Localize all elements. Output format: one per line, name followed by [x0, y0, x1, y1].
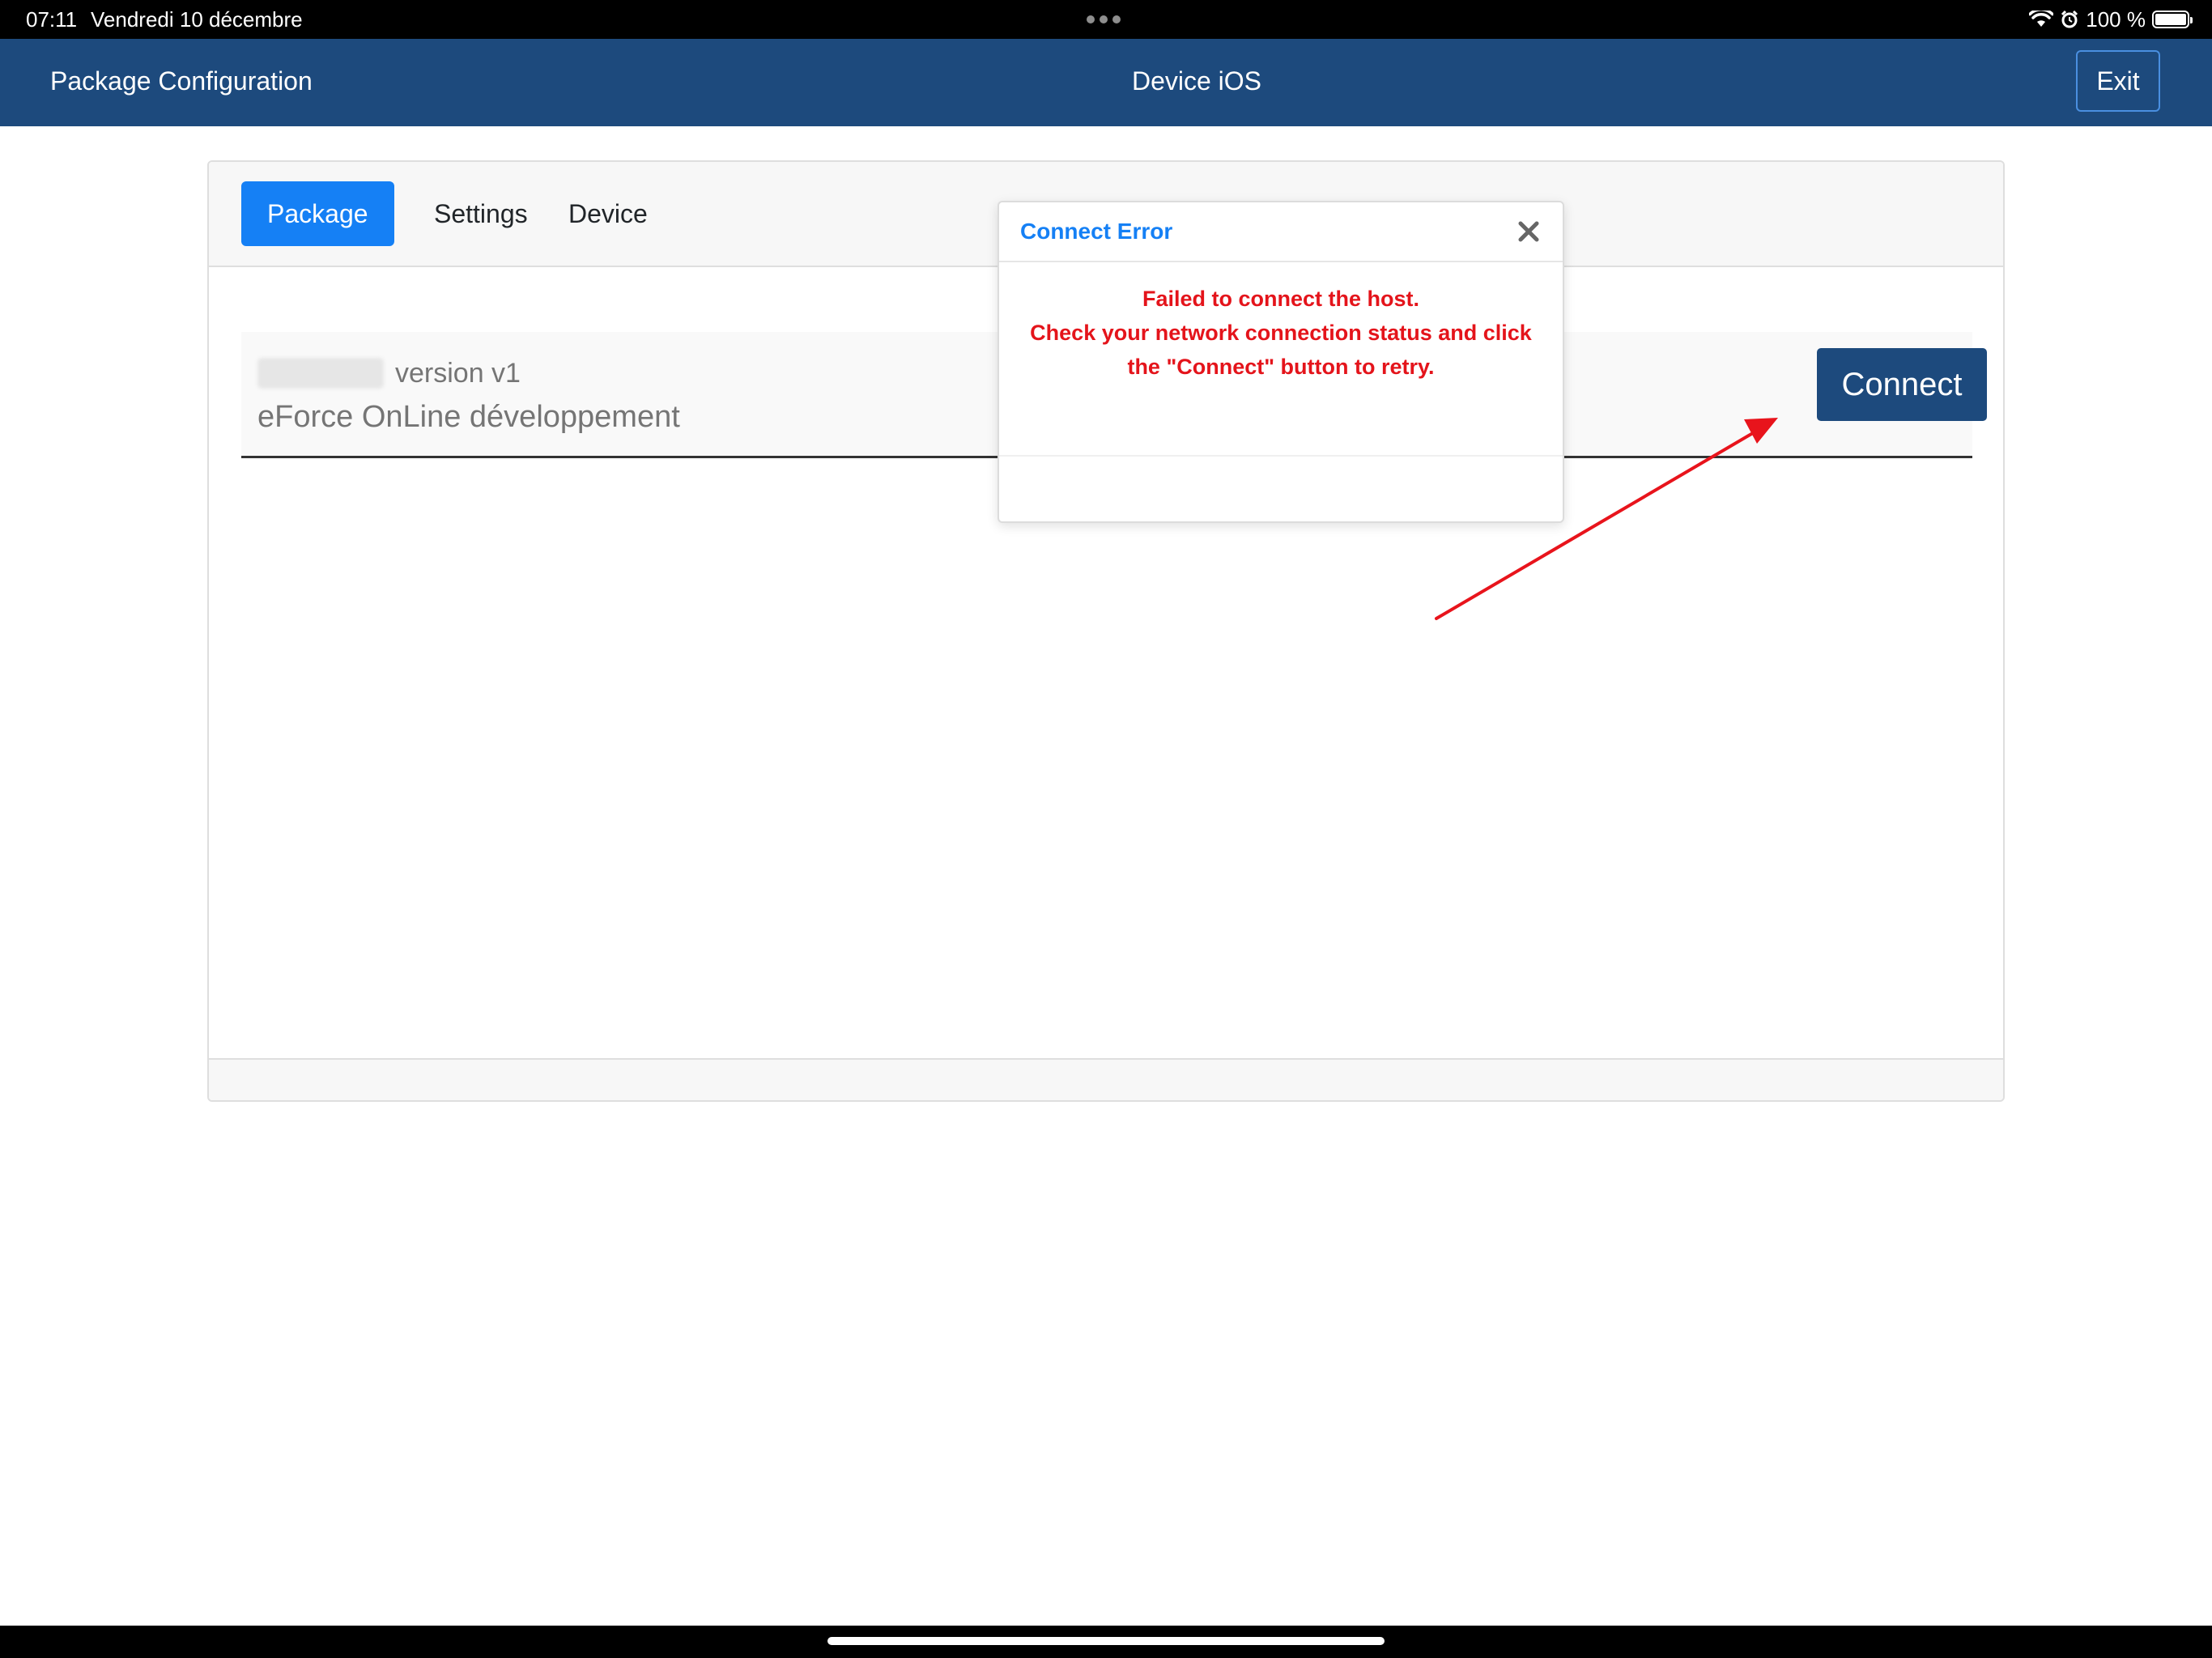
device-title: Device iOS: [1131, 66, 1262, 96]
wifi-icon: [2029, 11, 2054, 27]
exit-button[interactable]: Exit: [2076, 50, 2160, 112]
status-date: Vendredi 10 décembre: [91, 7, 303, 32]
error-line: Check your network connection status and…: [1030, 321, 1532, 345]
app-header: Package Configuration Device iOS Exit: [0, 39, 2212, 126]
tab-device[interactable]: Device: [542, 181, 674, 246]
card-footer: [209, 1058, 2003, 1100]
tab-package[interactable]: Package: [241, 181, 394, 246]
home-indicator[interactable]: [827, 1637, 1385, 1645]
error-line: the "Connect" button to retry.: [1127, 355, 1435, 379]
package-name: eForce OnLine développement: [257, 400, 680, 434]
home-bar-area: [0, 1626, 2212, 1658]
alarm-icon: [2061, 10, 2078, 28]
status-indicators: 100 %: [2029, 5, 2193, 34]
connect-error-dialog: Connect Error Failed to connect the host…: [998, 201, 1564, 523]
status-bar: 07:11 Vendredi 10 décembre 100 %: [0, 0, 2212, 39]
tab-settings[interactable]: Settings: [408, 181, 554, 246]
error-line: Failed to connect the host.: [1142, 287, 1420, 311]
package-version: version v1: [395, 358, 521, 389]
dialog-header: Connect Error: [999, 202, 1563, 262]
dialog-title: Connect Error: [1020, 219, 1173, 244]
battery-percentage: 100 %: [2086, 6, 2146, 32]
status-time: 07:11: [26, 7, 78, 32]
redacted-package-name: [257, 358, 384, 389]
dialog-footer-divider: [999, 455, 1563, 457]
close-icon[interactable]: [1512, 215, 1545, 248]
multitasking-dots-icon[interactable]: [1087, 15, 1121, 23]
connect-button[interactable]: Connect: [1817, 348, 1987, 421]
dialog-message: Failed to connect the host. Check your n…: [999, 282, 1563, 384]
battery-icon: [2152, 11, 2193, 28]
